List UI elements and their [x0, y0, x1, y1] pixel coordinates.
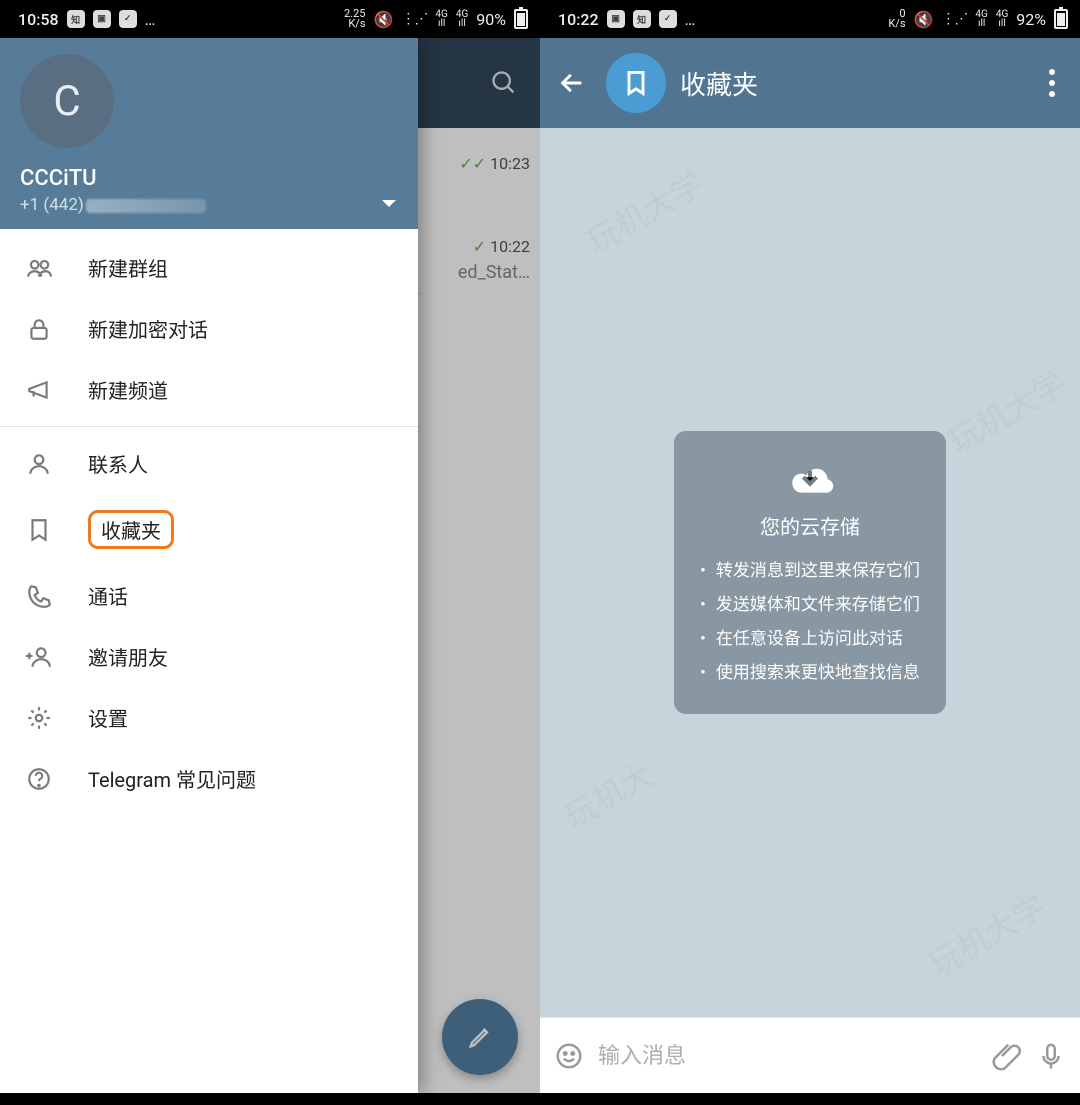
cloud-storage-info-card: 您的云存储 转发消息到这里来保存它们发送媒体和文件来存储它们在任意设备上访问此对… [674, 431, 946, 714]
menu-item-contact[interactable]: 联系人 [0, 433, 418, 494]
system-navbar [0, 1093, 540, 1105]
chat-background: 玩机大学 玩机大学 玩机大 玩机大学 您的云存储 转发消息到这里来保存它们发送媒… [540, 128, 1080, 1017]
highlight-annotation: 收藏夹 [88, 510, 174, 549]
voice-button[interactable] [1036, 1041, 1066, 1071]
message-input-bar [540, 1017, 1080, 1093]
more-notif-icon: … [685, 10, 698, 29]
help-icon [24, 766, 54, 792]
user-phone: +1 (442) [20, 195, 398, 215]
battery-icon [1054, 9, 1068, 29]
back-button[interactable] [552, 69, 592, 97]
menu-label: 邀请朋友 [88, 642, 168, 671]
menu-item-bookmark[interactable]: 收藏夹 [0, 494, 418, 565]
more-options-button[interactable] [1034, 69, 1070, 97]
mute-icon: 🔇 [374, 10, 394, 29]
chat-header: 收藏夹 [540, 38, 1080, 128]
app-icon: 知 [67, 10, 85, 28]
battery-text: 90% [476, 10, 506, 29]
sim1-icon: 4Gıll [975, 10, 987, 28]
menu-item-channel[interactable]: 新建频道 [0, 359, 418, 420]
contact-icon [24, 451, 54, 477]
menu-item-help[interactable]: Telegram 常见问题 [0, 748, 418, 809]
gallery-icon: ▣ [93, 10, 111, 28]
status-bar: 10:58 知 ▣ ✓ … 2.25K/s 🔇 ⋮⋰ 4Gıll 4Gıll 9… [0, 0, 540, 38]
left-phone: 10:58 知 ▣ ✓ … 2.25K/s 🔇 ⋮⋰ 4Gıll 4Gıll 9… [0, 0, 540, 1105]
group-icon [24, 255, 54, 281]
wifi-icon: ⋮⋰ [941, 11, 967, 27]
battery-text: 92% [1016, 10, 1046, 29]
chat-title: 收藏夹 [680, 65, 1020, 102]
info-card-title: 您的云存储 [760, 511, 860, 540]
channel-icon [24, 377, 54, 403]
info-bullet: 使用搜索来更快地查找信息 [700, 656, 920, 690]
status-bar: 10:22 ▣ 知 ✓ … 0K/s 🔇 ⋮⋰ 4Gıll 4Gıll 92% [540, 0, 1080, 38]
info-bullet: 发送媒体和文件来存储它们 [700, 588, 920, 622]
menu-item-lock[interactable]: 新建加密对话 [0, 298, 418, 359]
sim1-icon: 4Gıll [435, 10, 447, 28]
message-input[interactable] [598, 1043, 978, 1069]
back-arrow-icon [558, 69, 586, 97]
menu-item-settings[interactable]: 设置 [0, 687, 418, 748]
menu-label: 收藏夹 [101, 519, 161, 543]
info-bullet: 转发消息到这里来保存它们 [700, 554, 920, 588]
chevron-down-icon[interactable] [382, 200, 396, 207]
status-time: 10:58 [18, 10, 59, 29]
cloud-download-icon [781, 453, 839, 501]
avatar[interactable]: C [20, 54, 114, 148]
menu-label: 通话 [88, 581, 128, 610]
mute-icon: 🔇 [914, 10, 934, 29]
system-navbar [540, 1093, 1080, 1105]
app-icon: 知 [633, 10, 651, 28]
wifi-icon: ⋮⋰ [401, 11, 427, 27]
saved-messages-avatar[interactable] [606, 53, 666, 113]
net-speed: 2.25K/s [344, 9, 365, 29]
menu-item-call[interactable]: 通话 [0, 565, 418, 626]
battery-icon [514, 9, 528, 29]
attach-button[interactable] [992, 1041, 1022, 1071]
settings-icon [24, 705, 54, 731]
menu-item-invite[interactable]: 邀请朋友 [0, 626, 418, 687]
status-time: 10:22 [558, 10, 599, 29]
emoji-button[interactable] [554, 1041, 584, 1071]
menu-label: 设置 [88, 703, 128, 732]
menu-item-group[interactable]: 新建群组 [0, 237, 418, 298]
check-icon: ✓ [659, 10, 677, 28]
check-icon: ✓ [119, 10, 137, 28]
lock-icon [24, 316, 54, 342]
menu-label: Telegram 常见问题 [88, 764, 256, 793]
gallery-icon: ▣ [607, 10, 625, 28]
sim2-icon: 4Gıll [456, 10, 468, 28]
bookmark-icon [622, 69, 650, 97]
bookmark-icon [24, 517, 54, 543]
info-bullet: 在任意设备上访问此对话 [700, 622, 920, 656]
sim2-icon: 4Gıll [996, 10, 1008, 28]
call-icon [24, 583, 54, 609]
menu-label: 新建加密对话 [88, 314, 208, 343]
net-speed: 0K/s [888, 9, 905, 29]
drawer-header[interactable]: C CCCiTU +1 (442) [0, 38, 418, 229]
menu-label: 联系人 [88, 449, 148, 478]
invite-icon [24, 644, 54, 670]
right-phone: 10:22 ▣ 知 ✓ … 0K/s 🔇 ⋮⋰ 4Gıll 4Gıll 92% … [540, 0, 1080, 1105]
menu-label: 新建群组 [88, 253, 168, 282]
menu-label: 新建频道 [88, 375, 168, 404]
menu-divider [0, 426, 418, 427]
user-name: CCCiTU [20, 166, 398, 191]
more-notif-icon: … [145, 10, 158, 29]
navigation-drawer: C CCCiTU +1 (442) 新建群组新建加密对话新建频道联系人收藏夹通话… [0, 38, 418, 1093]
